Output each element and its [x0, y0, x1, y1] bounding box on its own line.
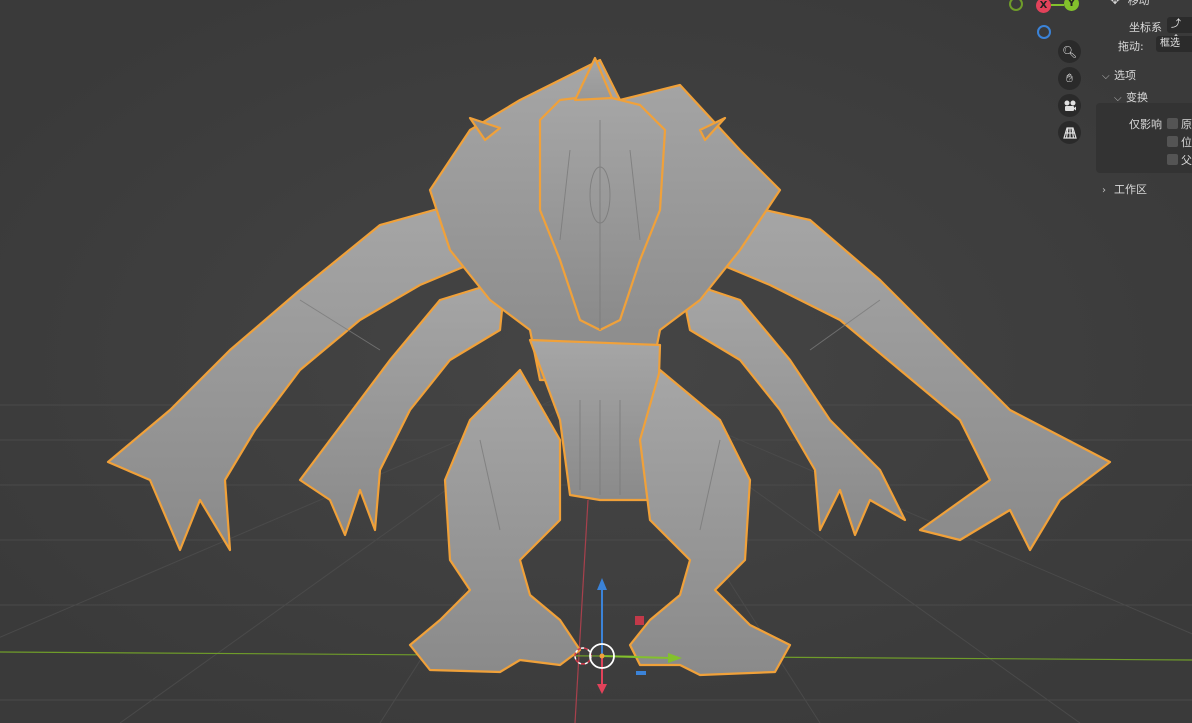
drag-dropdown[interactable]: 框选	[1156, 36, 1192, 52]
3d-viewport[interactable]: X Y 🔍︎ ✋︎ ✥ 移动 坐标系 ⤴ 全 拖动: 框选	[0, 0, 1192, 723]
affect-parents-label: 父	[1181, 154, 1192, 167]
affect-only-label: 仅影响	[1129, 118, 1162, 131]
transform-options-box: 仅影响 原 位 父	[1096, 103, 1192, 173]
affect-locations-label: 位	[1181, 136, 1192, 149]
workspace-section-header[interactable]: › 工作区	[1102, 181, 1147, 197]
tool-name: 移动	[1127, 0, 1150, 7]
camera-icon	[1064, 100, 1076, 111]
tool-settings-panel: ✥ 移动 坐标系 ⤴ 全 拖动: 框选 ⌵选项 ⌵变换 仅影响 原 位 父 ›工…	[1096, 0, 1192, 205]
tool-header: ✥ 移动	[1110, 0, 1150, 8]
affect-origins-checkbox[interactable]	[1167, 118, 1178, 129]
zoom-icon: 🔍︎	[1061, 44, 1078, 59]
xy-plane-handle[interactable]	[636, 671, 646, 675]
pan-button[interactable]: ✋︎	[1058, 67, 1081, 90]
orientation-dropdown[interactable]: ⤴ 全	[1167, 17, 1192, 46]
y-axis-label: Y	[1067, 0, 1076, 9]
perspective-grid-icon	[1062, 126, 1077, 139]
viewport-scene[interactable]	[0, 0, 1192, 723]
zoom-button[interactable]: 🔍︎	[1058, 40, 1081, 63]
move-tool-icon: ✥	[1110, 0, 1121, 7]
xz-plane-handle[interactable]	[635, 616, 644, 625]
affect-parents-checkbox[interactable]	[1167, 154, 1178, 165]
gizmo-connector	[1051, 4, 1064, 6]
drag-label: 拖动:	[1118, 40, 1144, 53]
z-negative-axis-dot[interactable]	[1037, 25, 1051, 39]
affect-locations-checkbox[interactable]	[1167, 136, 1178, 147]
chevron-right-icon: ›	[1102, 185, 1106, 196]
perspective-toggle-button[interactable]	[1058, 121, 1081, 144]
affect-origins-label: 原	[1181, 118, 1192, 131]
options-section-header[interactable]: ⌵ 选项	[1102, 67, 1136, 83]
camera-view-button[interactable]	[1058, 94, 1081, 117]
orientation-label: 坐标系	[1129, 21, 1162, 34]
workspace-label: 工作区	[1114, 183, 1147, 196]
options-label: 选项	[1114, 69, 1136, 82]
hand-pan-icon: ✋︎	[1066, 71, 1073, 85]
chevron-down-icon: ⌵	[1102, 71, 1110, 82]
x-axis-label: X	[1039, 0, 1048, 11]
drag-value: 框选	[1160, 38, 1180, 49]
object-origin	[599, 653, 605, 659]
